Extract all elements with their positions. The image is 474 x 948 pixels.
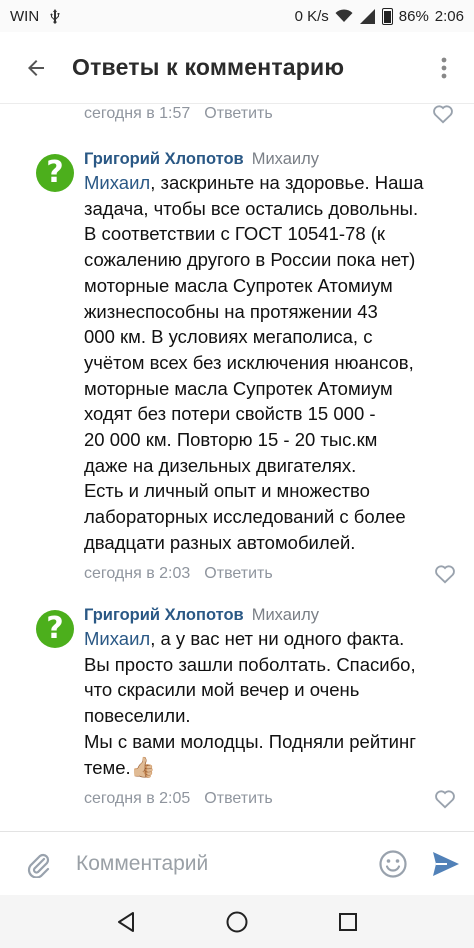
author-name[interactable]: Григорий Хлопотов <box>84 150 244 168</box>
comment-line: учётом всех без исключения нюансов, <box>84 351 414 373</box>
triangle-back-icon <box>117 911 134 932</box>
comment-line: жизнеспособны на протяжении 43 <box>84 300 378 322</box>
comments-list[interactable]: сегодня в 1:57 Ответить ? Григорий Хлопо… <box>0 104 474 831</box>
thumbs-up-emoji: 👍🏼 <box>130 756 156 779</box>
comment-line: Есть и личный опыт и множество <box>84 480 370 502</box>
attach-button[interactable] <box>0 832 76 896</box>
comment-meta: сегодня в 2:03 Ответить <box>84 564 456 584</box>
comment-line: что скрасили мой вечер и очень <box>84 679 360 701</box>
send-button[interactable] <box>418 832 474 896</box>
reply-to-name[interactable]: Михаилу <box>252 606 319 624</box>
comment-header: Григорий Хлопотов Михаилу <box>84 604 456 626</box>
comment-line: , заскриньте на здоровье. Наша <box>150 172 424 193</box>
back-button[interactable] <box>0 32 72 104</box>
reply-link[interactable]: Ответить <box>204 105 272 123</box>
avatar-question-glyph: ? <box>46 155 64 190</box>
comment-line: , а у вас нет ни одного факта. <box>150 628 405 649</box>
avatar[interactable]: ? <box>36 610 74 648</box>
send-arrow-icon <box>433 851 459 876</box>
comment-line: теме. <box>84 756 131 778</box>
wifi-icon <box>335 9 353 22</box>
comment-line: двадцати разных автомобилей. <box>84 531 356 553</box>
battery-level: 86% <box>398 7 429 25</box>
square-recents-icon <box>339 912 358 931</box>
like-icon[interactable] <box>432 104 454 124</box>
more-button[interactable] <box>414 32 474 104</box>
avatar-question-glyph: ? <box>46 611 64 646</box>
comment-line: лабораторных исследований с более <box>84 506 406 528</box>
comment-text: Михаил, а у вас нет ни одного факта. Вы … <box>84 626 456 781</box>
usb-icon <box>50 9 60 24</box>
network-speed: 0 K/s <box>294 7 329 25</box>
system-nav-bar <box>0 895 474 948</box>
reply-link[interactable]: Ответить <box>204 790 272 808</box>
avatar[interactable]: ? <box>36 154 74 192</box>
comment-line: 20 000 км. Повторю 15 - 20 тыс.км <box>84 429 378 451</box>
like-icon[interactable] <box>434 564 456 584</box>
comment-header: Григорий Хлопотов Михаилу <box>84 148 456 170</box>
comment-meta: сегодня в 2:05 Ответить <box>84 789 456 809</box>
paperclip-icon <box>27 853 50 878</box>
signal-icon <box>359 8 375 24</box>
mention-link[interactable]: Михаил <box>84 172 150 193</box>
reply-link[interactable]: Ответить <box>204 565 272 583</box>
clock: 2:06 <box>434 7 464 25</box>
emoji-button[interactable] <box>368 832 418 896</box>
battery-icon <box>381 7 393 25</box>
smiley-icon <box>379 849 407 878</box>
comment-line: Мы с вами молодцы. Подняли рейтинг <box>84 730 416 752</box>
page-title: Ответы к комментарию <box>72 54 345 80</box>
reply-to-name[interactable]: Михаилу <box>252 150 319 168</box>
comment-line: моторные масла Супротек Атомиум <box>84 274 393 296</box>
like-icon[interactable] <box>434 789 456 809</box>
more-vertical-icon <box>441 57 447 78</box>
comment-composer <box>0 831 474 895</box>
comment-line: ходят без потери свойств 15 000 - <box>84 403 376 425</box>
comment-input[interactable] <box>76 851 368 876</box>
comment-line: моторные масла Супротек Атомиум <box>84 377 393 399</box>
arrow-left-icon <box>28 59 44 76</box>
nav-recents-button[interactable] <box>328 902 368 942</box>
comment-line: В соответствии с ГОСТ 10541-78 (к <box>84 223 386 245</box>
carrier-label: WIN <box>10 7 40 25</box>
comment-time: сегодня в 2:05 <box>84 790 191 808</box>
author-name[interactable]: Григорий Хлопотов <box>84 606 244 624</box>
comment-time: сегодня в 1:57 <box>84 105 191 122</box>
comment-line: даже на дизельных двигателях. <box>84 454 357 476</box>
comment-line: сожалению другого в России пока нет) <box>84 249 416 271</box>
mention-link[interactable]: Михаил <box>84 628 150 649</box>
comment-line: Вы просто зашли поболтать. Спасибо, <box>84 653 416 675</box>
comment-line: повеселили. <box>84 705 191 727</box>
comment-line: 000 км. В условиях мегаполиса, с <box>84 326 373 348</box>
comment-meta: сегодня в 1:57 Ответить <box>84 104 454 124</box>
comment-time: сегодня в 2:03 <box>84 564 191 582</box>
nav-home-button[interactable] <box>217 902 257 942</box>
app-header: Ответы к комментарию <box>0 32 474 104</box>
circle-home-icon <box>226 911 248 932</box>
status-bar: WIN 0 K/s 86% 2:06 <box>0 0 474 32</box>
nav-back-button[interactable] <box>106 902 146 942</box>
comment-text: Михаил, заскриньте на здоровье. Наша зад… <box>84 170 456 556</box>
comment-line: задача, чтобы все остались довольны. <box>84 197 419 219</box>
